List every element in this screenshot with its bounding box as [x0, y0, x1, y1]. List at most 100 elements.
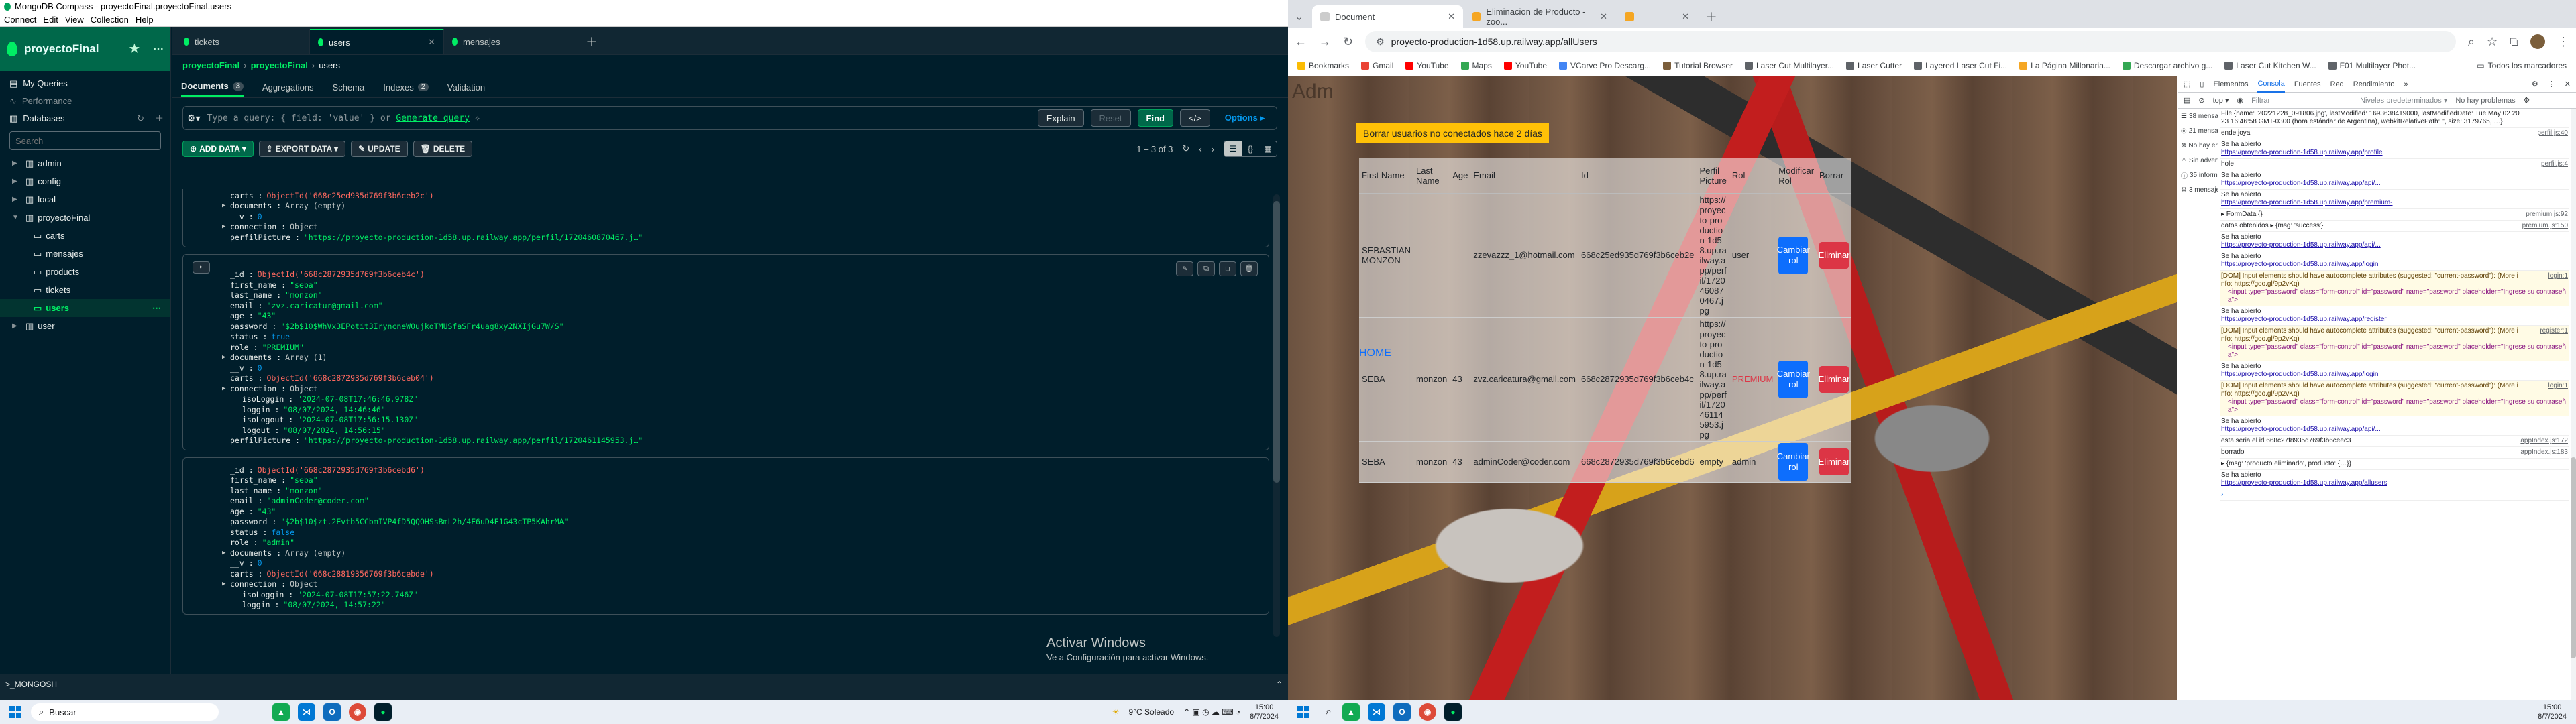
- devtools-tab-network[interactable]: Red: [2330, 80, 2344, 88]
- query-options-icon[interactable]: ⚙▾: [187, 113, 201, 124]
- breadcrumb-database[interactable]: proyectoFinal: [251, 60, 308, 70]
- console-link[interactable]: https://proyecto-production-1d58.up.rail…: [2221, 371, 2568, 379]
- inspect-icon[interactable]: ⬚: [2184, 80, 2190, 88]
- browser-tab-eliminacion[interactable]: Eliminacion de Producto - zoo... ✕: [1464, 5, 1615, 28]
- collection-tickets[interactable]: ▭ tickets: [0, 281, 170, 299]
- bookmark-item[interactable]: La Página Millonaria...: [2019, 61, 2110, 70]
- document-field[interactable]: ▶ connection : Object: [183, 222, 1269, 233]
- devtools-tab-console[interactable]: Consola: [2257, 76, 2285, 93]
- bookmark-item[interactable]: Layered Laser Cut Fi...: [1914, 61, 2007, 70]
- bookmark-item[interactable]: VCarve Pro Descarg...: [1559, 61, 1651, 70]
- tab-users[interactable]: users ✕: [310, 29, 444, 54]
- menu-collection[interactable]: Collection: [91, 13, 129, 26]
- document-field[interactable]: ▶ connection : Object: [183, 579, 1269, 590]
- db-admin[interactable]: ▶ ▥ admin: [0, 154, 170, 172]
- windows-start-icon[interactable]: [9, 706, 21, 718]
- document-field[interactable]: role : "admin": [183, 538, 1269, 548]
- devtools-tab-elements[interactable]: Elementos: [2213, 80, 2248, 88]
- document-field[interactable]: _id : ObjectId('668c2872935d769f3b6ceb4c'…: [183, 269, 1269, 280]
- document-field[interactable]: isoLogout : "2024-07-08T17:56:15.130Z": [183, 415, 1269, 426]
- refresh-icon[interactable]: ↻: [1182, 143, 1189, 154]
- console-message[interactable]: ende joya perfil.js:40: [2220, 128, 2569, 139]
- breadcrumb-connection[interactable]: proyectoFinal: [182, 60, 239, 70]
- document-field[interactable]: __v :0: [183, 211, 1269, 222]
- subtab-schema[interactable]: Schema: [333, 77, 365, 97]
- console-sidebar-item[interactable]: ⚙3 mensajes...: [2178, 182, 2218, 197]
- document-field[interactable]: age : "43": [183, 506, 1269, 517]
- console-link[interactable]: https://proyecto-production-1d58.up.rail…: [2221, 149, 2568, 157]
- console-link[interactable]: https://proyecto-production-1d58.up.rail…: [2221, 479, 2568, 487]
- db-user[interactable]: ▶ ▥ user: [0, 317, 170, 335]
- console-message[interactable]: Se ha abierto https://proyecto-production…: [2220, 251, 2569, 271]
- log-levels-dropdown[interactable]: Niveles predeterminados ▾: [2360, 96, 2447, 105]
- sidebar-databases[interactable]: ▥ Databases ↻ ＋: [0, 110, 170, 127]
- console-source-link[interactable]: perfil.js:4: [2541, 160, 2568, 168]
- document-field[interactable]: isoLoggin : "2024-07-08T17:46:46.978Z": [183, 394, 1269, 405]
- sidebar-performance[interactable]: ∿ Performance: [0, 93, 170, 110]
- bookmark-item[interactable]: Descargar archivo g...: [2122, 61, 2212, 70]
- reload-icon[interactable]: ↻: [1343, 35, 1353, 49]
- device-toolbar-icon[interactable]: ▯: [2200, 80, 2204, 88]
- add-database-icon[interactable]: ＋: [155, 110, 164, 127]
- console-warning[interactable]: [DOM] Input elements should have autocom…: [2220, 271, 2569, 306]
- delete-user-button[interactable]: Eliminar: [1819, 365, 1850, 393]
- document-field[interactable]: carts : ObjectId('668c28819356769f3b6cebd…: [183, 568, 1269, 579]
- close-icon[interactable]: ✕: [2565, 80, 2571, 88]
- close-icon[interactable]: ✕: [1448, 11, 1455, 22]
- generate-query-link[interactable]: Generate query: [396, 113, 470, 123]
- bookmark-item[interactable]: Maps: [1460, 61, 1492, 70]
- documents-scrollbar[interactable]: [1273, 194, 1280, 637]
- back-icon[interactable]: ←: [1295, 35, 1307, 49]
- browser-tab-document[interactable]: Document ✕: [1312, 5, 1463, 28]
- menu-connect[interactable]: Connect: [4, 13, 36, 26]
- tab-mensajes[interactable]: mensajes: [444, 29, 578, 54]
- document-field[interactable]: first_name : "seba": [183, 475, 1269, 486]
- console-message[interactable]: Se ha abierto https://proyecto-production…: [2220, 306, 2569, 326]
- subtab-validation[interactable]: Validation: [447, 77, 485, 97]
- update-button[interactable]: ✎ UPDATE: [351, 141, 408, 157]
- browser-tab-blank[interactable]: ✕: [1617, 5, 1697, 28]
- document-field[interactable]: _id : ObjectId('668c2872935d769f3b6cebd6'…: [183, 465, 1269, 475]
- taskbar-app-mongodb[interactable]: ▲: [1342, 703, 1360, 721]
- console-source-link[interactable]: premium.js:150: [2522, 222, 2568, 230]
- connection-header[interactable]: proyectoFinal ★ ⋯: [0, 27, 170, 71]
- document-field[interactable]: role : "PREMIUM": [183, 342, 1269, 353]
- bookmark-item[interactable]: Tutorial Browser: [1663, 61, 1733, 70]
- console-source-link[interactable]: login:1: [2548, 382, 2568, 390]
- bookmark-item[interactable]: YouTube: [1405, 61, 1449, 70]
- find-button[interactable]: Find: [1137, 109, 1173, 127]
- document-field[interactable]: email : "adminCoder@coder.com": [183, 496, 1269, 507]
- collection-mensajes[interactable]: ▭ mensajes: [0, 245, 170, 263]
- document-field[interactable]: last_name : "monzon": [183, 485, 1269, 496]
- document-field[interactable]: __v :0: [183, 363, 1269, 373]
- bookmark-item[interactable]: Bookmarks: [1297, 61, 1349, 70]
- document-card[interactable]: carts : ObjectId('668c25ed935d769f3b6ceb2…: [182, 189, 1269, 247]
- export-data-button[interactable]: ⇪ EXPORT DATA ▾: [258, 141, 346, 157]
- taskbar-app-chrome[interactable]: ◉: [1418, 703, 1436, 721]
- settings-icon[interactable]: ⚙: [2532, 80, 2538, 88]
- delete-user-button[interactable]: Eliminar: [1819, 448, 1850, 475]
- close-icon[interactable]: ✕: [1600, 11, 1607, 22]
- console-message[interactable]: Se ha abierto https://proyecto-production…: [2220, 416, 2569, 436]
- home-link[interactable]: HOME: [1359, 347, 1391, 359]
- json-view-icon[interactable]: {}: [1242, 141, 1259, 156]
- console-message[interactable]: datos obtenidos ▸ {msg: 'success'} premiu…: [2220, 221, 2569, 232]
- add-data-button[interactable]: ⊕ ADD DATA ▾: [182, 141, 254, 157]
- extensions-icon[interactable]: ⧉: [2510, 35, 2518, 49]
- table-view-icon[interactable]: ▦: [1259, 141, 1277, 156]
- taskbar-app-chrome[interactable]: ◉: [349, 703, 366, 721]
- delete-inactive-users-button[interactable]: Borrar usuarios no conectados hace 2 día…: [1356, 123, 1549, 143]
- prev-page-icon[interactable]: ‹: [1199, 144, 1201, 154]
- console-link[interactable]: https://proyecto-production-1d58.up.rail…: [2221, 316, 2568, 324]
- chevron-right-icon[interactable]: ▶: [222, 581, 230, 587]
- bookmark-item[interactable]: Laser Cutter: [1846, 61, 1902, 70]
- options-button[interactable]: Options ▸: [1217, 109, 1273, 127]
- windows-start-icon[interactable]: [1297, 706, 1309, 718]
- console-message[interactable]: Se ha abierto https://proyecto-production…: [2220, 232, 2569, 251]
- eye-icon[interactable]: ◉: [2237, 96, 2244, 105]
- delete-user-button[interactable]: Eliminar: [1819, 241, 1850, 269]
- bookmark-item[interactable]: Gmail: [1361, 61, 1393, 70]
- console-source-link[interactable]: login:1: [2548, 272, 2568, 280]
- sidebar-my-queries[interactable]: ▤ My Queries: [0, 75, 170, 93]
- profile-avatar[interactable]: [2530, 34, 2545, 49]
